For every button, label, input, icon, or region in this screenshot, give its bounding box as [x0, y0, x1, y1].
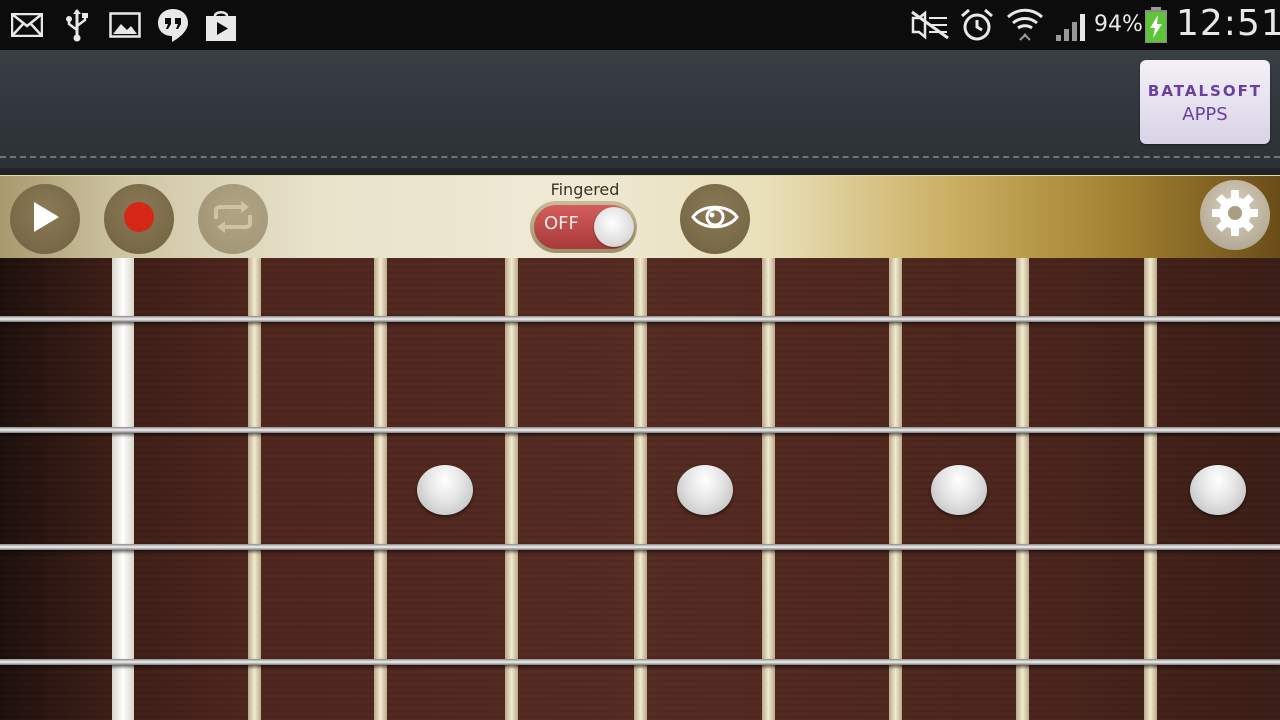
nut [112, 258, 134, 720]
play-store-icon [203, 7, 239, 43]
ad-apps-label: APPS [1182, 104, 1228, 125]
play-button[interactable] [10, 184, 80, 254]
fret-marker-9 [1190, 465, 1246, 515]
header-edge [0, 168, 1280, 175]
fret-2 [374, 258, 387, 720]
batalsoft-apps-ad[interactable]: BATALSOFT APPS [1140, 60, 1270, 144]
string-4[interactable] [0, 659, 1280, 665]
header-stitching [0, 156, 1280, 158]
record-button[interactable] [104, 184, 174, 254]
toggle-knob [594, 207, 634, 247]
string-2[interactable] [0, 427, 1280, 433]
usb-icon [62, 7, 92, 43]
settings-button[interactable] [1200, 180, 1270, 250]
loop-button[interactable] [198, 184, 268, 254]
eye-icon [690, 200, 740, 238]
fret-3 [505, 258, 518, 720]
mail-icon [10, 7, 44, 43]
string-1[interactable] [0, 316, 1280, 322]
gear-icon [1210, 188, 1260, 242]
alarm-icon [958, 7, 996, 43]
status-bar: 94% 12:51 [0, 0, 1280, 50]
signal-icon [1052, 7, 1092, 43]
record-icon [122, 200, 156, 238]
fret-4 [634, 258, 647, 720]
fret-1 [248, 258, 261, 720]
battery-percent: 94% [1094, 12, 1143, 37]
fretboard[interactable] [0, 258, 1280, 720]
header-bar: BATALSOFT APPS [0, 50, 1280, 175]
fret-marker-7 [931, 465, 987, 515]
fret-7 [1016, 258, 1029, 720]
fingered-label: Fingered [550, 180, 620, 199]
fret-5 [762, 258, 775, 720]
clock: 12:51 [1176, 3, 1280, 44]
toolbar: Fingered OFF [0, 175, 1280, 260]
play-icon [28, 199, 62, 239]
hangouts-icon [155, 7, 191, 43]
ad-brand: BATALSOFT [1147, 82, 1263, 100]
view-button[interactable] [680, 184, 750, 254]
fret-8 [1144, 258, 1157, 720]
image-icon [108, 7, 142, 43]
string-3[interactable] [0, 544, 1280, 550]
wifi-icon [1005, 7, 1045, 43]
battery-charging-icon [1143, 7, 1169, 43]
fret-marker-3 [417, 465, 473, 515]
fret-marker-5 [677, 465, 733, 515]
fingered-toggle[interactable]: OFF [530, 201, 637, 253]
loop-icon [210, 199, 256, 239]
mute-icon [908, 7, 952, 43]
fret-6 [889, 258, 902, 720]
toggle-state-label: OFF [544, 213, 579, 234]
